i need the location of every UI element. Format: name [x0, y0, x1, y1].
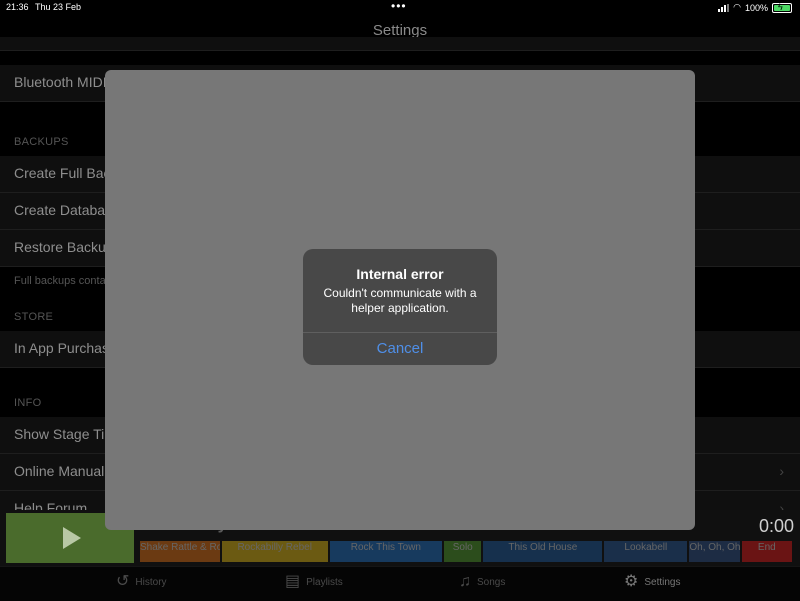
tab-label: Songs [477, 576, 506, 588]
chevron-right-icon: › [779, 463, 784, 479]
song-segment[interactable]: Rock This Town [329, 541, 443, 562]
song-segment[interactable]: Solo [444, 541, 482, 562]
play-icon [63, 527, 81, 549]
tab-songs[interactable]: ♫ Songs [459, 574, 505, 590]
history-clock-icon: ↺ [116, 573, 130, 590]
song-segment[interactable]: Lookabell [604, 541, 688, 562]
song-segment[interactable]: Oh, Oh, Oh [689, 541, 740, 562]
song-segment[interactable]: Rockabilly Rebel [221, 541, 328, 562]
cancel-button[interactable]: Cancel [303, 333, 497, 365]
settings-row-partial[interactable] [0, 37, 800, 51]
tab-bar: ↺ History ▤ Playlists ♫ Songs ⚙ Settings [0, 566, 800, 601]
tab-label: History [135, 576, 167, 588]
tab-playlists[interactable]: ▤ Playlists [285, 574, 343, 590]
playlist-icon: ▤ [285, 573, 301, 590]
alert-message: Couldn't communicate with a helper appli… [323, 286, 477, 315]
tab-label: Playlists [306, 576, 343, 588]
alert-title: Internal error [356, 266, 444, 282]
gear-icon: ⚙ [624, 573, 639, 590]
section-header-backups: BACKUPS [14, 136, 69, 148]
song-segment[interactable]: End [741, 541, 792, 562]
tab-history[interactable]: ↺ History [116, 574, 167, 590]
song-segment[interactable]: Shake Rattle & Roll [140, 541, 220, 562]
error-alert-dialog: Internal error Couldn't communicate with… [303, 249, 497, 365]
section-header-store: STORE [14, 311, 54, 323]
song-segments-timeline[interactable]: Shake Rattle & Roll Rockabilly Rebel Rock … [140, 541, 794, 562]
section-header-info: INFO [14, 397, 42, 409]
playback-time: 0:00 [758, 516, 794, 536]
tab-label: Settings [644, 576, 681, 588]
music-note-icon: ♫ [459, 573, 471, 590]
row-label: Bluetooth MIDI [14, 74, 107, 90]
song-segment[interactable]: This Old House [483, 541, 603, 562]
row-label: Show Stage Tips [14, 426, 120, 442]
row-label: Online Manual [14, 463, 105, 479]
row-label: Restore Backup [14, 239, 114, 255]
tab-settings[interactable]: ⚙ Settings [624, 574, 680, 590]
